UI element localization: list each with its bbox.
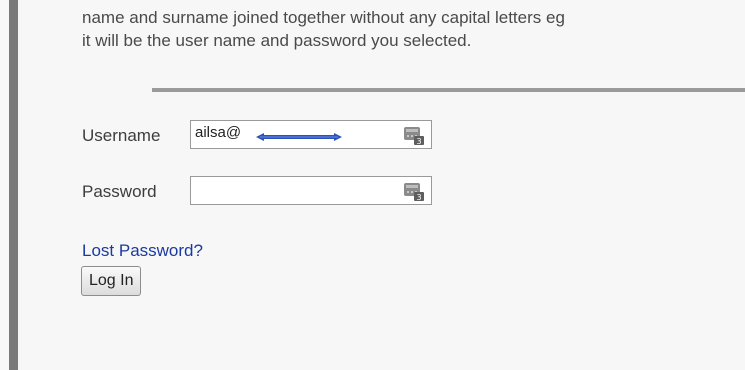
page: name and surname joined together without… (0, 0, 745, 370)
password-manager-icon[interactable]: 3 (403, 125, 425, 146)
svg-text:3: 3 (416, 137, 421, 146)
instructions-line-1: name and surname joined together without… (82, 8, 565, 27)
instructions-text: name and surname joined together without… (82, 6, 742, 52)
log-in-button[interactable]: Log In (81, 266, 142, 296)
divider (152, 88, 745, 92)
password-label: Password (82, 182, 157, 201)
lost-password-link[interactable]: Lost Password? (82, 241, 203, 261)
username-value: ailsa@ (195, 124, 242, 141)
instructions-line-2: it will be the user name and password yo… (82, 31, 472, 50)
svg-text:3: 3 (416, 193, 421, 202)
password-field[interactable]: 3 (190, 176, 432, 205)
username-field[interactable]: ailsa@ 3 (190, 120, 432, 149)
redaction-scribble (256, 133, 342, 141)
username-label: Username (82, 126, 161, 145)
left-sidebar-bar (9, 0, 18, 370)
password-manager-icon[interactable]: 3 (403, 181, 425, 202)
